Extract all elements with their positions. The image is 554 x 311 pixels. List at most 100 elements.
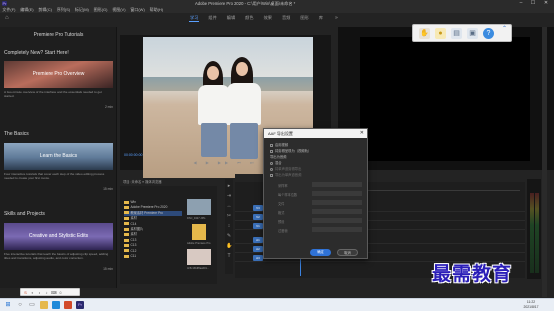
collapse-up-icon[interactable]: ⌃ xyxy=(502,26,510,33)
preset-select[interactable] xyxy=(312,218,362,223)
field-label: 每个样本位数 xyxy=(278,193,298,197)
tutorial-card-basics[interactable]: Learn the Basics Four interactive tutori… xyxy=(4,143,113,191)
workspace-tab-assembly[interactable]: 组件 xyxy=(203,13,221,23)
field-label: 采样率 xyxy=(278,184,288,188)
moon-icon[interactable]: ◐ xyxy=(30,290,35,295)
section-heading-basics: The Basics xyxy=(4,131,29,137)
media-thumbnail-label: Adobe Premiere Pro xyxy=(187,242,211,245)
windows-start-icon[interactable]: ⊞ xyxy=(4,301,12,309)
folder-icon[interactable]: ▤ xyxy=(451,27,462,39)
home-icon[interactable]: ⌂ xyxy=(5,15,11,21)
workspace-bar: ⌂ 学习 组件 编辑 颜色 效果 音频 图形 库 » xyxy=(0,13,554,23)
dot-icon[interactable]: • xyxy=(37,290,42,295)
close-icon[interactable]: ✕ xyxy=(360,129,364,138)
task-view-icon[interactable]: ▭ xyxy=(28,301,36,309)
media-browser-tree: Win Adobe Premiere Pro 2020 教案素材 Premier… xyxy=(124,200,182,259)
file-explorer-icon[interactable] xyxy=(40,301,48,309)
clock-date: 2021/8/17 xyxy=(523,305,539,309)
system-clock[interactable]: 11:22 2021/8/17 xyxy=(516,300,546,310)
emoji-icon[interactable]: ☺ xyxy=(58,290,63,295)
ripple-edit-icon[interactable]: ↔ xyxy=(226,203,232,209)
pen-icon[interactable]: ✎ xyxy=(226,233,232,239)
audio-meters xyxy=(527,179,541,279)
sample-rate-select[interactable] xyxy=(312,182,362,187)
razor-icon[interactable]: ✂ xyxy=(226,213,232,219)
workspace-tab-graphics[interactable]: 图形 xyxy=(295,13,313,23)
workspace-tab-learning[interactable]: 学习 xyxy=(185,13,203,23)
minimize-icon[interactable]: – xyxy=(515,0,527,7)
input-method-icon[interactable]: S xyxy=(23,290,28,295)
program-video-frame xyxy=(360,37,530,161)
audio-meter-right xyxy=(535,193,539,273)
workspace-tab-effects[interactable]: 效果 xyxy=(259,13,277,23)
section-heading-skills: Skills and Projects xyxy=(4,211,45,217)
premiere-pro-window: Pr Adobe Premiere Pro 2020 - C:\用户\Win\桌… xyxy=(0,0,554,311)
section-heading-new: Completely New? Start Here! xyxy=(4,50,69,56)
track-label[interactable]: A2 xyxy=(253,246,263,252)
hand-tool-icon[interactable]: ✋ xyxy=(226,243,232,249)
slip-tool-icon[interactable]: ↕ xyxy=(226,223,232,229)
right-scrollbar[interactable] xyxy=(542,27,547,297)
folder-thumbnail[interactable] xyxy=(192,224,206,240)
more-workspaces-icon[interactable]: » xyxy=(335,13,338,23)
media-thumbnail[interactable] xyxy=(187,249,211,265)
tutorial-card-overview[interactable]: Premiere Pro Overview A two-minute overv… xyxy=(4,61,113,109)
track-label[interactable]: V3 xyxy=(253,205,263,211)
tools-panel: ▸ ⇥ ↔ ✂ ↕ ✎ ✋ T xyxy=(225,179,233,274)
field-label: 文件 xyxy=(278,202,285,206)
comment-icon[interactable]: ● xyxy=(435,27,446,39)
tree-item[interactable]: C11 xyxy=(124,254,182,259)
track-label[interactable]: V2 xyxy=(253,214,263,220)
tutorial-thumbnail: Creative and Stylistic Edits xyxy=(4,223,113,250)
help-icon[interactable]: ? xyxy=(483,27,494,39)
premiere-app-icon: Pr xyxy=(2,1,7,6)
workspace-tab-libraries[interactable]: 库 xyxy=(314,13,328,23)
search-icon[interactable]: ○ xyxy=(16,301,24,309)
screenshot-icon[interactable]: ▣ xyxy=(467,27,478,39)
aaf-export-dialog: AAF 导出设置 ✕ 启用视频 将剪辑呈现为（视频轨） 导出为音频 混合 将单声… xyxy=(263,128,368,259)
dialog-option: 将单声道剪辑导出 xyxy=(270,166,301,171)
windows-taskbar: ⊞ ○ ▭ Pr 11:22 2021/8/17 xyxy=(0,298,554,311)
dialog-option[interactable]: 将剪辑呈现为（视频轨） xyxy=(270,148,311,153)
person-shirt xyxy=(227,83,261,125)
dialog-option[interactable]: 混合 xyxy=(270,160,282,165)
selection-tool-icon[interactable]: ▸ xyxy=(226,183,232,189)
track-select-icon[interactable]: ⇥ xyxy=(226,193,232,199)
title-bar: Pr Adobe Premiere Pro 2020 - C:\用户\Win\桌… xyxy=(0,0,554,7)
hand-icon[interactable]: ✋ xyxy=(419,27,430,39)
bits-per-sample-select[interactable] xyxy=(312,191,362,196)
keyboard-icon[interactable]: ⌨ xyxy=(51,290,57,295)
format-select[interactable] xyxy=(312,209,362,214)
tutorial-duration: 15 min xyxy=(103,267,113,271)
workspace-tab-color[interactable]: 颜色 xyxy=(240,13,258,23)
cancel-button[interactable]: 取消 xyxy=(337,249,358,256)
media-thumbnail[interactable] xyxy=(187,199,211,215)
maximize-icon[interactable]: ☐ xyxy=(527,0,539,7)
close-icon[interactable]: ✕ xyxy=(540,0,552,7)
browser-icon[interactable] xyxy=(52,301,60,309)
input-toolbar: S ◐ • ♪ ⌨ ☺ xyxy=(20,288,80,296)
track-label[interactable]: V1 xyxy=(253,223,263,229)
tutorial-description: Five interactive tutorials that teach th… xyxy=(4,252,109,260)
app-icon[interactable] xyxy=(64,301,72,309)
mic-icon[interactable]: ♪ xyxy=(44,290,49,295)
tutorial-description: A two-minute overview of the interface a… xyxy=(4,90,102,98)
timeline-ruler[interactable] xyxy=(365,186,520,191)
track-label[interactable]: A1 xyxy=(253,237,263,243)
workspace-tab-editing[interactable]: 编辑 xyxy=(222,13,240,23)
source-timecode-current[interactable]: 00:00:00:00 xyxy=(124,153,143,157)
tutorial-card-creative[interactable]: Creative and Stylistic Edits Five intera… xyxy=(4,223,113,271)
program-monitor xyxy=(338,27,554,170)
tutorial-thumbnail: Premiere Pro Overview xyxy=(4,61,113,88)
type-tool-icon[interactable]: T xyxy=(226,253,232,259)
transition-frames-input[interactable] xyxy=(312,227,362,232)
dialog-option[interactable]: 启用视频 xyxy=(270,142,288,147)
dialog-option[interactable]: 导出为音频 xyxy=(270,154,286,159)
ok-button[interactable]: 确定 xyxy=(310,249,331,256)
track-label[interactable]: A3 xyxy=(253,255,263,261)
project-panel-tabs[interactable]: 项目: 未命名 ≡ 媒体浏览器 xyxy=(120,179,217,186)
workspace-tab-audio[interactable]: 音频 xyxy=(277,13,295,23)
premiere-taskbar-icon[interactable]: Pr xyxy=(76,301,84,309)
field-label: 预设 xyxy=(278,220,285,224)
file-select[interactable] xyxy=(312,200,362,205)
